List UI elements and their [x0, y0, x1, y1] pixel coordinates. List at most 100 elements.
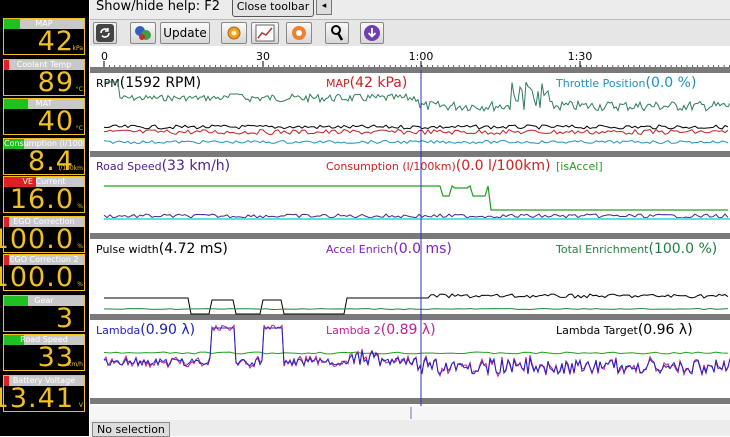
gauge-6[interactable]: EGO Correction 2 100.0%: [0, 254, 85, 293]
log-plots[interactable]: 0 30 1:00 1:30 RPM(1592 RPM) MAP(42 kPa) Throt…: [90, 46, 730, 420]
panel-3-label: Lambda 2(0.89 λ): [326, 322, 436, 338]
gauge-value: 89: [37, 67, 74, 98]
trace-name: Consumption (l/100km): [326, 160, 456, 173]
gauge-title-text: Coolant Temp: [16, 60, 72, 69]
gauge-7[interactable]: Gear 3: [3, 295, 85, 333]
panel-2-label: Pulse width(4.72 mS): [96, 241, 228, 257]
panel-separator: [90, 398, 730, 404]
help-bar: Show/hide help: F2 Close toolbar ◂: [90, 0, 730, 17]
gauge-title-text: VE Current: [22, 177, 66, 186]
trace-name: MAP: [326, 77, 350, 90]
panel-0-label: Throttle Position(0.0 %): [555, 75, 696, 91]
update-button[interactable]: Update: [160, 22, 210, 44]
trace-name: Total Enrichment: [555, 243, 649, 256]
trace-value: (0.96 λ): [638, 322, 693, 338]
trace-name: Lambda 2: [326, 324, 381, 337]
gauge-level-bar: [4, 296, 28, 306]
trace-value: (0.0 %): [645, 75, 696, 91]
timeline-label: 30: [256, 50, 270, 63]
trace-value: (100.0 %): [648, 241, 717, 257]
chart-icon[interactable]: [251, 22, 279, 44]
gauge-title: EGO Correction: [4, 217, 84, 227]
gauge-title: Consumption (l/100km): [4, 139, 84, 149]
panel-0-label: RPM(1592 RPM): [96, 75, 201, 91]
trace-value: (42 kPa): [350, 75, 408, 91]
panel-3-label: Lambda(0.90 λ): [96, 322, 195, 338]
trace-name: Lambda Target: [556, 324, 639, 337]
panel-1-label: Consumption (l/100km)(0.0 l/100km): [326, 158, 551, 174]
gauge-unit: °C: [75, 125, 83, 132]
gauge-1[interactable]: Coolant Temp 89 °C: [3, 59, 85, 98]
gauge-unit: °C: [75, 86, 83, 93]
gauge-value: 42: [37, 26, 74, 57]
gauge-title-text: MAT: [35, 99, 53, 108]
trace-value: (1592 RPM): [120, 75, 201, 91]
panel-1-label: Road Speed(33 km/h): [96, 158, 230, 174]
selection-status: No selection: [92, 422, 170, 437]
refresh-icon[interactable]: [93, 22, 117, 44]
gauge-unit: %: [77, 203, 83, 210]
gauge-unit: %: [77, 281, 83, 288]
gauge-0[interactable]: MAP 42 kPa: [3, 18, 85, 57]
search-icon[interactable]: [325, 22, 349, 44]
toolbar: Update: [90, 19, 730, 48]
timeline-label: 0: [101, 50, 108, 63]
gauge-5[interactable]: EGO Correction 100.0%: [0, 216, 85, 255]
gauge-unit: l/100km: [58, 165, 83, 172]
panel-separator: [90, 314, 730, 320]
gauges-icon[interactable]: [130, 22, 156, 44]
close-toolbar-button[interactable]: Close toolbar: [232, 0, 314, 17]
gauge-value: 100.0: [0, 224, 74, 255]
gauge-8[interactable]: Road Speed 33 km/h: [3, 334, 85, 372]
gauge-title-text: Battery Voltage: [12, 376, 76, 385]
trace-name: Road Speed: [96, 160, 162, 173]
panel-2-label: Total Enrichment(100.0 %): [555, 241, 717, 257]
gauge-unit: %: [77, 243, 83, 250]
scrollbar-track: [90, 406, 730, 420]
timeline-label: 1:30: [568, 50, 593, 63]
download-icon[interactable]: [360, 22, 384, 44]
gauge-title-text: EGO Correction: [13, 217, 75, 226]
gauge-4[interactable]: VE Current 16.0%: [3, 176, 85, 215]
panel-2-label: Accel Enrich(0.0 ms): [326, 241, 452, 257]
gauge-3[interactable]: Consumption (l/100km)8.4l/100km: [3, 138, 85, 176]
timeline-label: 1:00: [409, 50, 434, 63]
trace-name: Lambda: [96, 324, 140, 337]
trace-name: Pulse width: [96, 243, 159, 256]
trace-value: (0.0 ms): [393, 241, 452, 257]
gauge-title: EGO Correction 2: [4, 255, 84, 265]
trace-value: (0.90 λ): [140, 322, 195, 338]
gauge-9[interactable]: Battery Voltage 13.41 V: [0, 375, 85, 413]
gauge-value: 100.0: [0, 262, 74, 293]
gauge-sidebar: MAP 42 kPa Coolant Temp 89 °C MAT 40 °C Consumpti…: [0, 0, 89, 436]
trace-value: (4.72 mS): [159, 241, 228, 257]
gauge-level-bar: [4, 19, 20, 29]
gauge-unit: V: [78, 402, 83, 409]
log-viewer: Show/hide help: F2 Close toolbar ◂ Updat…: [90, 0, 730, 437]
gauge-2[interactable]: MAT 40 °C: [3, 98, 85, 136]
log-plot-area[interactable]: 0 30 1:00 1:30 RPM(1592 RPM) MAP(42 kPa) Throt…: [90, 46, 730, 420]
tools-icon[interactable]: [286, 22, 312, 44]
trace-name: RPM: [96, 77, 120, 90]
gauge-title-text: Consumption (l/100km): [4, 139, 84, 148]
trace-name: [isAccel]: [556, 160, 603, 173]
gauge-value: 16.0: [9, 184, 74, 215]
panel-3-label: Lambda Target(0.96 λ): [556, 322, 693, 338]
gauge-title-text: EGO Correction 2: [9, 255, 79, 264]
panel-separator: [90, 67, 730, 73]
panel-0-label: MAP(42 kPa): [326, 75, 407, 91]
gauge-unit: kPa: [72, 45, 84, 52]
gauge-title: Battery Voltage: [4, 376, 84, 386]
trace-value: (0.0 l/100km): [456, 158, 551, 174]
trace-name: Throttle Position: [555, 77, 646, 90]
consumption-trace-tail: [584, 218, 730, 220]
panel-1-label: [isAccel]: [556, 160, 603, 173]
scroll-left-button[interactable]: ◂: [316, 0, 332, 15]
panel-separator: [90, 151, 730, 157]
gauge-title-text: Gear: [34, 296, 54, 305]
gauge-title-text: Road Speed: [20, 335, 68, 344]
settings-gear-icon[interactable]: [221, 22, 247, 44]
gauge-title-text: MAP: [35, 19, 53, 28]
panel-separator: [90, 233, 730, 239]
trace-value: (33 km/h): [162, 158, 231, 174]
